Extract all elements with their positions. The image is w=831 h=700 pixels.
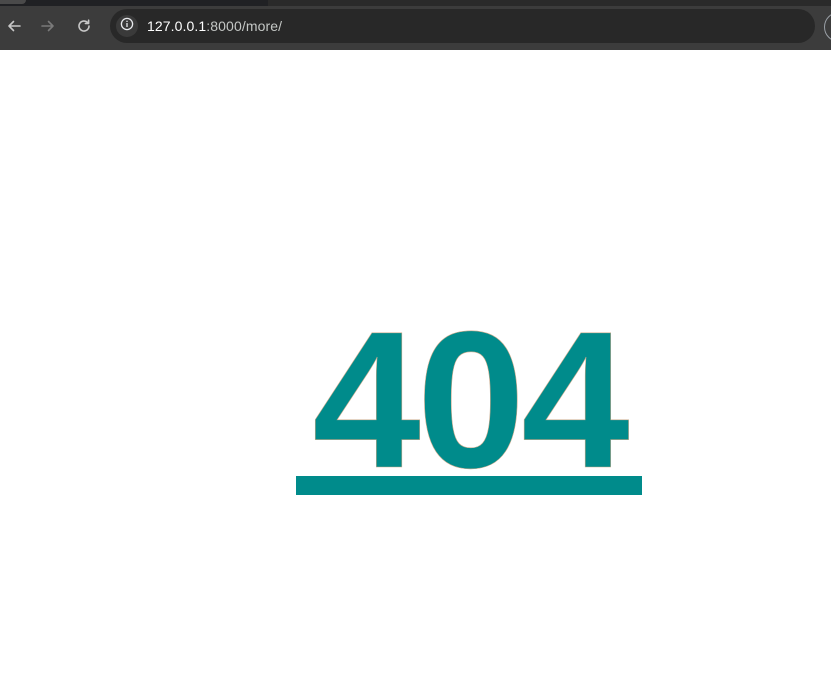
url-path: :8000/more/	[206, 18, 283, 34]
page-viewport: 404	[0, 50, 831, 700]
address-bar[interactable]: 127.0.0.1:8000/more/	[110, 9, 815, 43]
arrow-left-icon	[6, 18, 22, 34]
browser-toolbar: 127.0.0.1:8000/more/	[0, 6, 831, 50]
error-code-heading: 404	[312, 291, 630, 509]
profile-button[interactable]	[824, 12, 831, 42]
forward-button[interactable]	[34, 12, 62, 40]
back-button[interactable]	[0, 12, 28, 40]
info-icon	[120, 17, 134, 36]
reload-button[interactable]	[70, 12, 98, 40]
browser-chrome: 127.0.0.1:8000/more/	[0, 0, 831, 50]
error-code-underline	[296, 476, 642, 495]
url-host: 127.0.0.1	[147, 18, 207, 34]
site-info-button[interactable]	[116, 15, 138, 37]
arrow-right-icon	[40, 18, 56, 34]
active-tab-edge[interactable]	[0, 0, 26, 4]
reload-icon	[76, 18, 92, 34]
url-text[interactable]: 127.0.0.1:8000/more/	[147, 18, 282, 34]
